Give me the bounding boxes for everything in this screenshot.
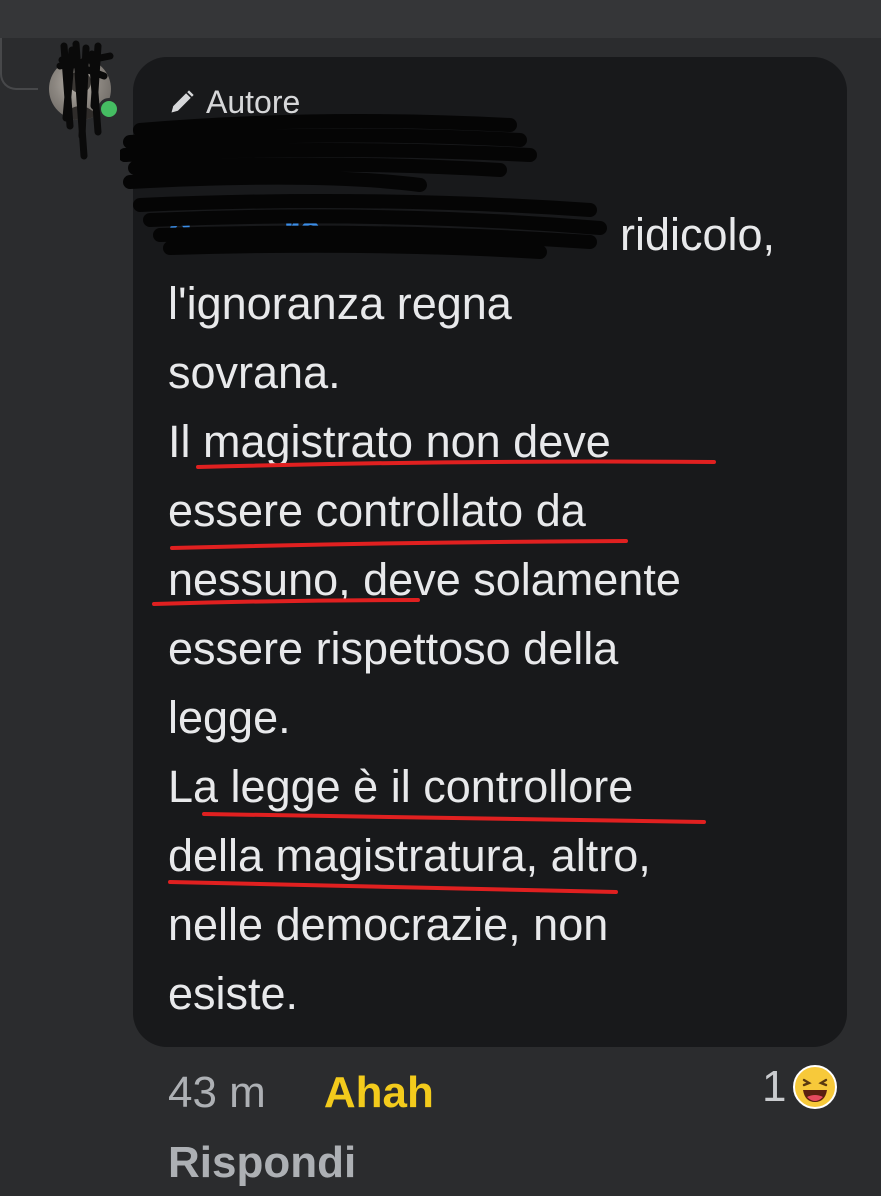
laughing-emoji-icon	[793, 1065, 838, 1109]
timestamp[interactable]: 43 m	[168, 1068, 266, 1118]
comment-line: della magistratura, altro,	[168, 830, 651, 881]
author-badge-label: Autore	[206, 83, 301, 120]
comment-line: legge.	[168, 692, 291, 743]
comment-line: nelle democrazie, non	[168, 899, 609, 950]
comment-line: sovrana.	[168, 347, 341, 398]
reaction-button[interactable]: Ahah	[324, 1068, 434, 1118]
comment-line: essere rispettoso della	[168, 623, 619, 674]
comment-line: La legge è il controllore	[168, 761, 634, 812]
reaction-count: 1	[762, 1062, 787, 1111]
thread-connector-line	[0, 38, 38, 90]
comment-line: Il magistrato non deve	[168, 416, 611, 467]
reaction-summary[interactable]: 1	[762, 1062, 838, 1112]
top-bar	[0, 0, 881, 38]
comment-line: essere controllato da	[168, 485, 586, 536]
comment-line: nessuno, deve solamente	[168, 554, 681, 605]
pencil-icon	[171, 90, 194, 113]
comment-footer: 43 m Ahah	[168, 1068, 434, 1118]
comment-line: l'ignoranza regna	[168, 278, 512, 329]
comment-line: esiste.	[168, 968, 299, 1019]
comment-text: ridicolo, l'ignoranza regna sovrana. Il …	[168, 200, 828, 1028]
author-badge: Autore	[168, 82, 300, 122]
comment-line: ridicolo,	[620, 209, 776, 260]
online-status-dot	[98, 98, 120, 120]
reply-button[interactable]: Rispondi	[168, 1138, 356, 1188]
